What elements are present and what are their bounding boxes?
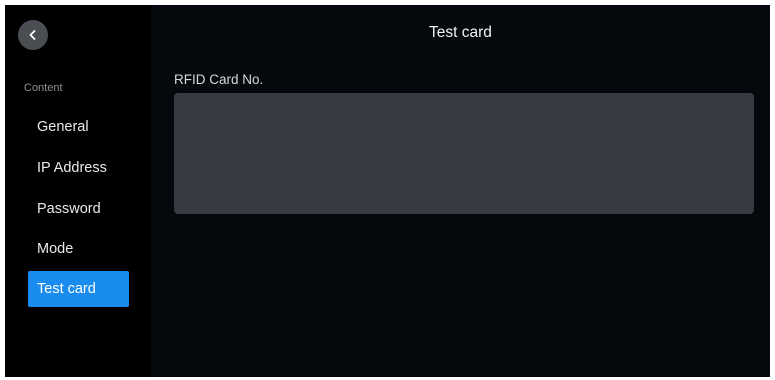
main-content: Test card RFID Card No.: [151, 5, 770, 377]
sidebar-item-mode[interactable]: Mode: [28, 231, 129, 267]
sidebar-item-label: Test card: [37, 281, 96, 297]
sidebar-item-password[interactable]: Password: [28, 191, 129, 227]
sidebar-item-label: Mode: [37, 241, 74, 257]
sidebar-section-label: Content: [24, 82, 63, 94]
sidebar-item-general[interactable]: General: [28, 109, 129, 145]
chevron-left-icon: [27, 29, 39, 41]
sidebar-item-label: Password: [37, 201, 101, 217]
rfid-card-label: RFID Card No.: [174, 72, 264, 87]
sidebar-item-label: General: [37, 119, 89, 135]
rfid-card-field[interactable]: [174, 93, 754, 214]
sidebar-item-ip-address[interactable]: IP Address: [28, 150, 129, 186]
sidebar-item-label: IP Address: [37, 160, 107, 176]
sidebar: Content General IP Address Password Mode…: [5, 5, 151, 377]
sidebar-item-test-card[interactable]: Test card: [28, 271, 129, 307]
page-title: Test card: [429, 24, 492, 41]
back-button[interactable]: [18, 20, 48, 50]
app-screen: Content General IP Address Password Mode…: [5, 5, 770, 377]
